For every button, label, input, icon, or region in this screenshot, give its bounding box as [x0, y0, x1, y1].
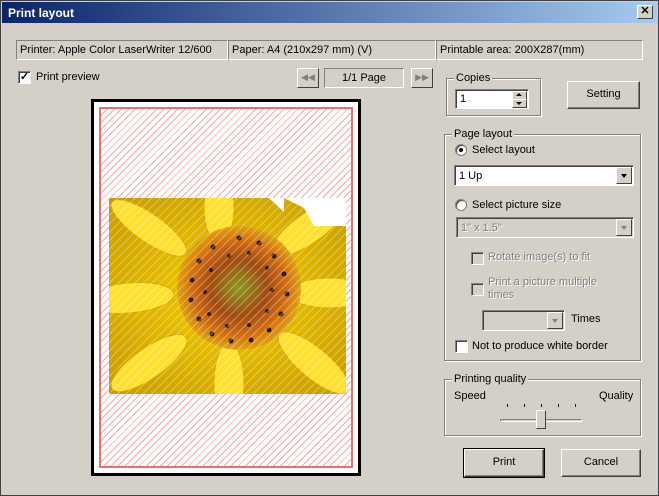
skip-forward-icon: ▶▶ [415, 72, 429, 82]
rotate-images-label: Rotate image(s) to fit [488, 251, 591, 263]
picture-size-value: 1" x 1.5" [461, 222, 502, 234]
quality-label: Quality [599, 390, 634, 402]
printable-area-info: Printable area: 200X287(mm) [436, 40, 643, 60]
sunflower-photo [109, 198, 346, 394]
copies-value: 1 [460, 93, 467, 105]
print-layout-dialog: Print layout ✕ Printer: Apple Color Lase… [0, 0, 659, 496]
chevron-down-icon [547, 312, 563, 329]
print-multiple-checkbox [471, 283, 484, 296]
cancel-button[interactable]: Cancel [561, 449, 641, 477]
speed-label: Speed [454, 390, 486, 402]
window-title: Print layout [8, 6, 75, 20]
copies-decrement[interactable] [512, 99, 527, 108]
select-layout-label: Select layout [472, 144, 535, 156]
next-page-button[interactable]: ▶▶ [411, 68, 433, 88]
print-button[interactable]: Print [463, 448, 545, 478]
printer-info: Printer: Apple Color LaserWriter 12/600 [16, 40, 228, 60]
layout-select-value: 1 Up [459, 170, 483, 182]
page-indicator: 1/1 Page [324, 68, 404, 88]
skip-back-icon: ◀◀ [301, 72, 315, 82]
quality-slider[interactable] [500, 402, 585, 432]
printing-quality-group-title: Printing quality [452, 373, 529, 385]
chevron-down-icon[interactable] [616, 167, 632, 184]
down-arrow-icon [516, 102, 522, 105]
select-picture-size-label: Select picture size [472, 199, 562, 211]
paper-info: Paper: A4 (210x297 mm) (V) [228, 40, 436, 60]
sunflower-image [109, 198, 346, 394]
rotate-images-checkbox [471, 252, 484, 265]
setting-button[interactable]: Setting [567, 81, 640, 109]
page-layout-group: Page layout Select layout 1 Up Select pi… [444, 128, 641, 361]
copies-group: Copies 1 [446, 72, 541, 116]
copies-group-title: Copies [454, 72, 493, 84]
times-label: Times [571, 313, 601, 325]
select-picture-size-radio[interactable] [455, 199, 467, 211]
select-layout-radio[interactable] [455, 144, 467, 156]
close-button[interactable]: ✕ [637, 5, 653, 19]
no-white-border-label: Not to produce white border [472, 340, 608, 352]
close-icon: ✕ [640, 5, 650, 17]
printable-area-frame [99, 107, 353, 468]
up-arrow-icon [516, 93, 522, 96]
page-layout-group-title: Page layout [452, 128, 515, 140]
print-multiple-label-line2: times [488, 289, 515, 301]
previous-page-button[interactable]: ◀◀ [297, 68, 319, 88]
printing-quality-group: Printing quality Speed Quality [444, 373, 641, 436]
print-preview-label: Print preview [36, 71, 100, 83]
copies-spinner[interactable]: 1 [455, 89, 529, 109]
no-white-border-checkbox[interactable] [455, 340, 468, 353]
title-bar: Print layout ✕ [2, 2, 657, 23]
slider-thumb[interactable] [536, 410, 546, 429]
picture-size-select: 1" x 1.5" [456, 217, 634, 238]
layout-select[interactable]: 1 Up [454, 165, 634, 186]
print-preview-checkbox[interactable]: ✓ [18, 71, 31, 84]
chevron-down-icon [616, 219, 632, 236]
print-preview-page [91, 99, 361, 476]
print-multiple-label-line1: Print a picture multiple [488, 276, 597, 288]
times-select [482, 310, 565, 331]
